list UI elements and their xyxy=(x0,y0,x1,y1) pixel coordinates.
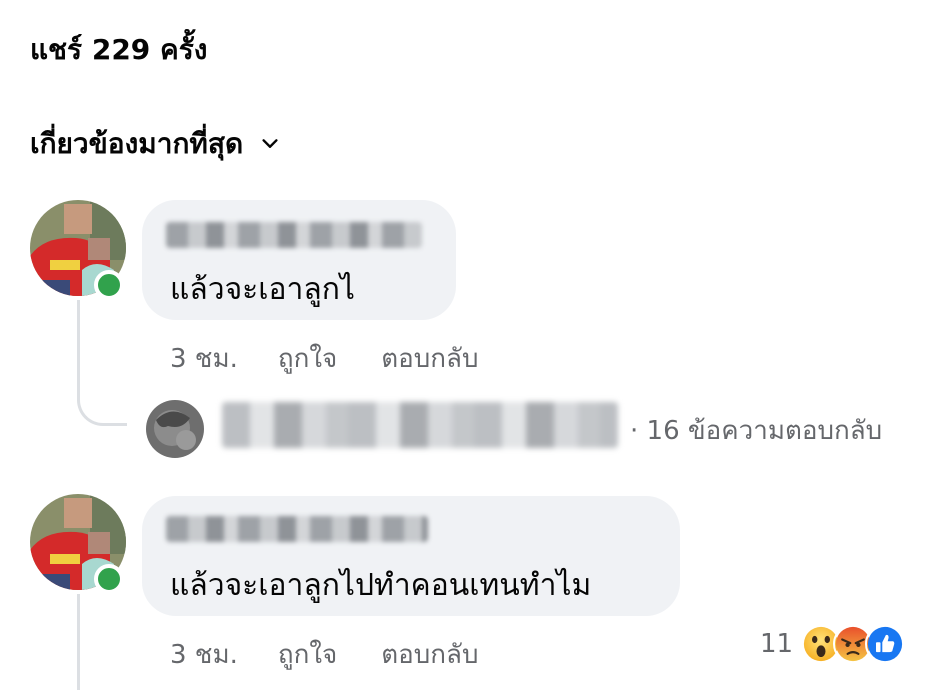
profile-photo xyxy=(146,400,204,458)
share-count[interactable]: แชร์ 229 ครั้ง xyxy=(30,28,207,72)
thread-line xyxy=(77,300,80,376)
comment-actions: 3 ชม. ถูกใจ ตอบกลับ xyxy=(170,338,522,379)
sort-dropdown[interactable]: เกี่ยวข้องมากที่สุด xyxy=(30,122,281,166)
commenter-name-blurred[interactable] xyxy=(166,222,422,248)
chevron-down-icon xyxy=(262,139,278,148)
comment-bubble[interactable]: แล้วจะเอาลูกไ xyxy=(142,200,456,320)
online-status-icon xyxy=(94,564,124,594)
reaction-summary[interactable]: 11 xyxy=(760,624,906,664)
comment-time[interactable]: 3 ชม. xyxy=(170,634,238,675)
reply-button[interactable]: ตอบกลับ xyxy=(381,634,478,675)
comment-text: แล้วจะเอาลูกไปทำคอนเทนทำไม xyxy=(170,568,592,603)
sort-label: เกี่ยวข้องมากที่สุด xyxy=(30,127,244,160)
comment-actions: 3 ชม. ถูกใจ ตอบกลับ xyxy=(170,634,522,675)
commenter-name-blurred[interactable] xyxy=(166,516,428,542)
like-icon xyxy=(865,624,906,664)
reply-button[interactable]: ตอบกลับ xyxy=(381,338,478,379)
replier-name-blurred[interactable] xyxy=(222,402,618,448)
comment-text: แล้วจะเอาลูกไ xyxy=(170,272,356,307)
like-button[interactable]: ถูกใจ xyxy=(278,338,337,379)
reaction-count: 11 xyxy=(760,629,794,659)
thread-line xyxy=(77,594,80,690)
view-replies-link[interactable]: · 16 ข้อความตอบกลับ xyxy=(630,410,882,451)
like-button[interactable]: ถูกใจ xyxy=(278,634,337,675)
online-status-icon xyxy=(94,270,124,300)
comment-time[interactable]: 3 ชม. xyxy=(170,338,238,379)
thread-connector xyxy=(77,372,127,426)
reply-avatar[interactable] xyxy=(146,400,204,458)
comment-bubble[interactable]: แล้วจะเอาลูกไปทำคอนเทนทำไม xyxy=(142,496,680,616)
